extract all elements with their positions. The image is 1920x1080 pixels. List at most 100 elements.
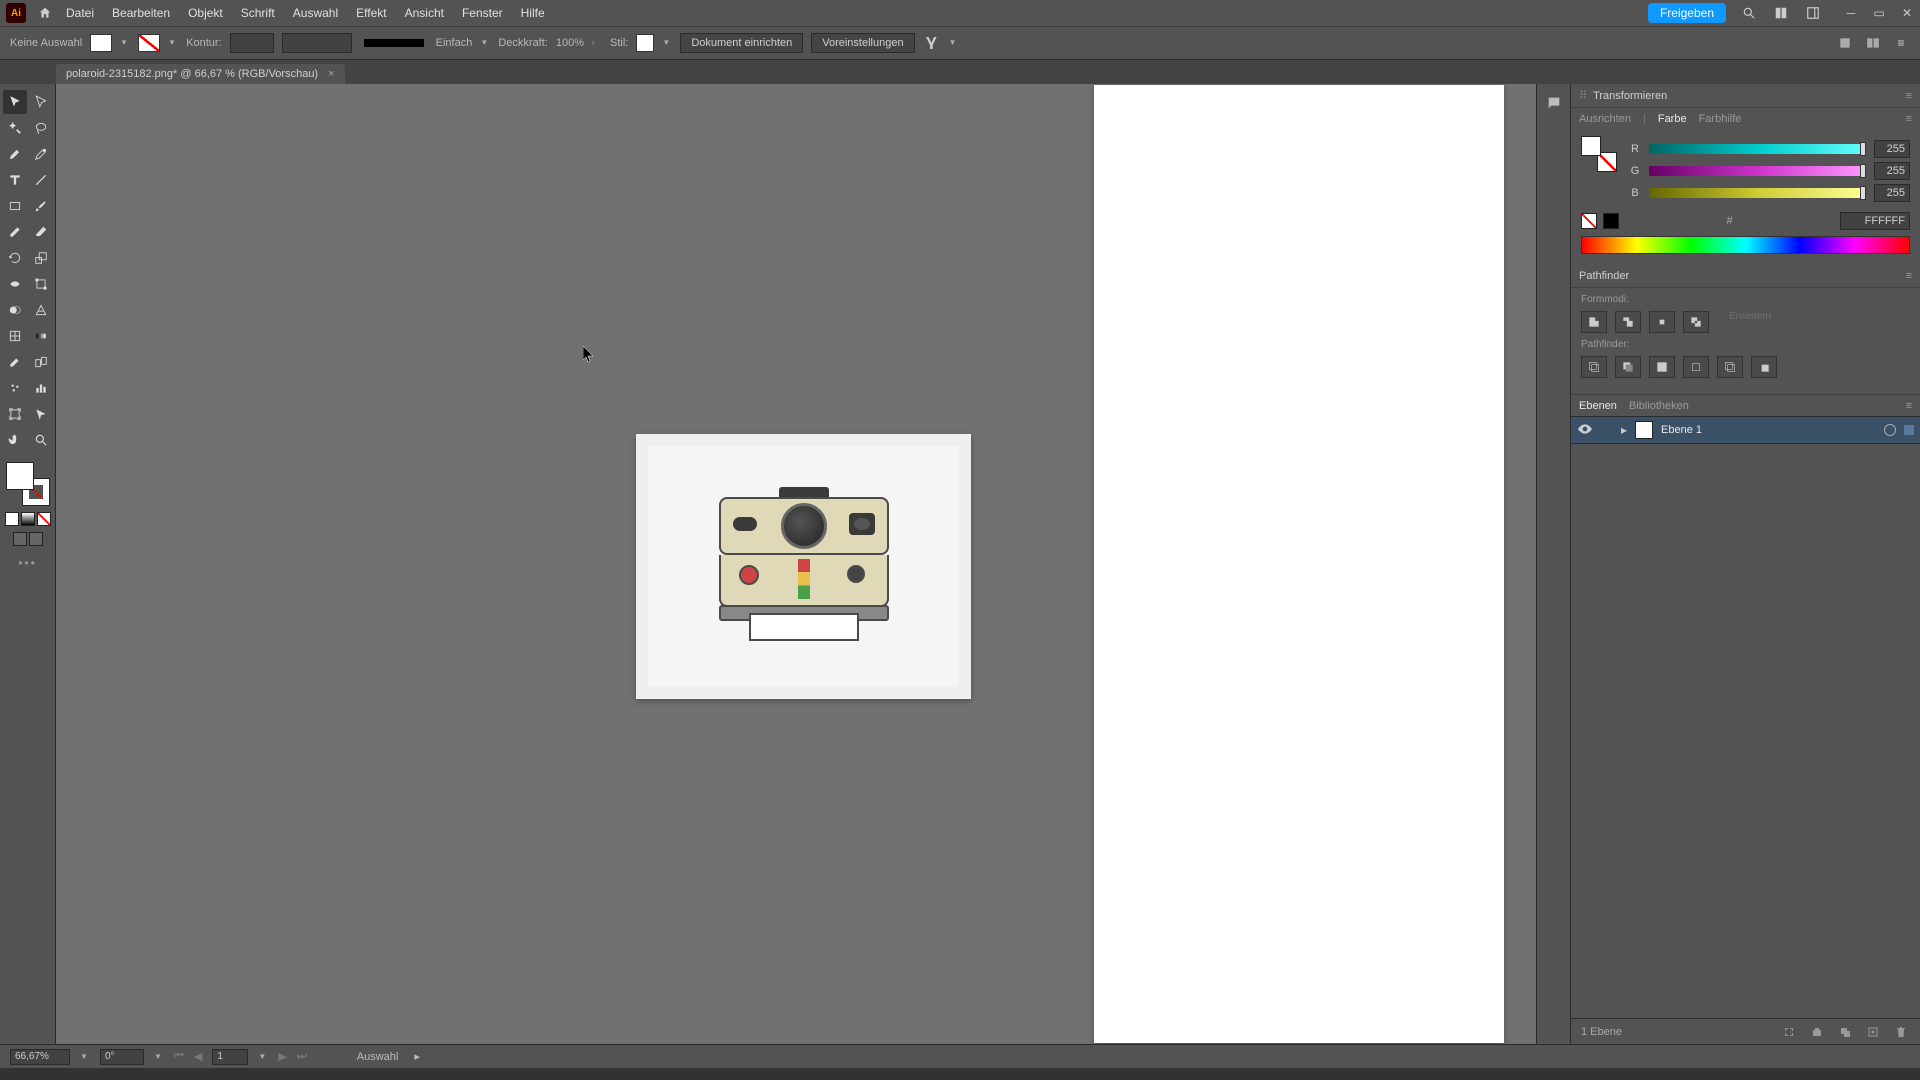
- trim-button[interactable]: [1615, 356, 1641, 378]
- blend-tool[interactable]: [29, 350, 53, 374]
- stroke-swatch[interactable]: [138, 34, 160, 52]
- chevron-down-icon[interactable]: ▼: [168, 38, 178, 48]
- comments-icon[interactable]: [1545, 94, 1563, 112]
- width-tool[interactable]: [3, 272, 27, 296]
- brush-sample[interactable]: [364, 39, 424, 47]
- chevron-right-icon[interactable]: ›: [592, 38, 602, 48]
- chevron-down-icon[interactable]: ▼: [662, 38, 672, 48]
- first-artboard-icon[interactable]: ⏮: [174, 1050, 184, 1063]
- spectrum-bar[interactable]: [1581, 236, 1910, 254]
- curvature-tool[interactable]: [29, 142, 53, 166]
- type-tool[interactable]: [3, 168, 27, 192]
- gradient-tool[interactable]: [29, 324, 53, 348]
- color-mode-none[interactable]: [37, 512, 51, 526]
- color-panel-swatches[interactable]: [1581, 136, 1617, 172]
- hand-tool[interactable]: [3, 428, 27, 452]
- panel-menu-icon[interactable]: ≡: [1906, 270, 1912, 282]
- preferences-button[interactable]: Voreinstellungen: [811, 33, 914, 53]
- menu-ansicht[interactable]: Ansicht: [405, 6, 444, 20]
- target-icon[interactable]: [1884, 424, 1896, 436]
- panel-menu-icon[interactable]: ≡: [1906, 400, 1912, 412]
- close-tab-icon[interactable]: ×: [328, 68, 334, 80]
- menu-hilfe[interactable]: Hilfe: [521, 6, 545, 20]
- chevron-down-icon[interactable]: ▼: [480, 38, 490, 48]
- pen-tool[interactable]: [3, 142, 27, 166]
- rotation-field[interactable]: [100, 1049, 144, 1065]
- r-value[interactable]: 255: [1874, 140, 1910, 158]
- locate-icon[interactable]: [1780, 1023, 1798, 1041]
- selection-tool[interactable]: [3, 90, 27, 114]
- artboard[interactable]: [1094, 85, 1504, 1043]
- tab-color-guide[interactable]: Farbhilfe: [1699, 113, 1742, 125]
- visibility-icon[interactable]: [1577, 423, 1593, 437]
- maximize-icon[interactable]: ▭: [1872, 6, 1886, 20]
- b-value[interactable]: 255: [1874, 184, 1910, 202]
- menu-datei[interactable]: Datei: [66, 6, 94, 20]
- merge-button[interactable]: [1649, 356, 1675, 378]
- view-option-icon[interactable]: [1836, 34, 1854, 52]
- menu-schrift[interactable]: Schrift: [241, 6, 275, 20]
- screen-mode-icon[interactable]: [29, 532, 43, 546]
- minimize-icon[interactable]: ─: [1844, 6, 1858, 20]
- menu-auswahl[interactable]: Auswahl: [293, 6, 338, 20]
- doc-setup-button[interactable]: Dokument einrichten: [680, 33, 803, 53]
- tab-color[interactable]: Farbe: [1658, 113, 1687, 125]
- search-icon[interactable]: [1740, 4, 1758, 22]
- panel-menu-icon[interactable]: ≡: [1892, 34, 1910, 52]
- b-slider[interactable]: [1649, 188, 1866, 198]
- new-sublayer-icon[interactable]: [1836, 1023, 1854, 1041]
- menu-objekt[interactable]: Objekt: [188, 6, 223, 20]
- outline-button[interactable]: [1717, 356, 1743, 378]
- last-artboard-icon[interactable]: ⏭: [297, 1050, 307, 1063]
- color-mode-solid[interactable]: [5, 512, 19, 526]
- shape-builder-tool[interactable]: [3, 298, 27, 322]
- r-slider[interactable]: [1649, 144, 1866, 154]
- paintbrush-tool[interactable]: [29, 194, 53, 218]
- home-icon[interactable]: [36, 4, 54, 22]
- menu-effekt[interactable]: Effekt: [356, 6, 386, 20]
- slice-tool[interactable]: [29, 402, 53, 426]
- panel-menu-icon[interactable]: ≡: [1906, 90, 1912, 102]
- align-icon[interactable]: [923, 34, 941, 52]
- artboard-tool[interactable]: [3, 402, 27, 426]
- rectangle-tool[interactable]: [3, 194, 27, 218]
- crop-button[interactable]: [1683, 356, 1709, 378]
- minus-front-button[interactable]: [1615, 311, 1641, 333]
- eyedropper-tool[interactable]: [3, 350, 27, 374]
- chevron-down-icon[interactable]: ▼: [154, 1052, 164, 1062]
- tab-layers[interactable]: Ebenen: [1579, 400, 1617, 412]
- chevron-down-icon[interactable]: ▼: [949, 38, 959, 48]
- panel-grip-icon[interactable]: ⠿: [1579, 89, 1587, 102]
- share-button[interactable]: Freigeben: [1648, 3, 1726, 23]
- placed-image[interactable]: [636, 434, 971, 699]
- fill-stroke-indicator[interactable]: [6, 462, 50, 506]
- style-swatch[interactable]: [636, 34, 654, 52]
- rotate-tool[interactable]: [3, 246, 27, 270]
- chevron-down-icon[interactable]: ▼: [258, 1052, 268, 1062]
- tab-libraries[interactable]: Bibliotheken: [1629, 400, 1689, 412]
- mesh-tool[interactable]: [3, 324, 27, 348]
- fill-swatch[interactable]: [90, 34, 112, 52]
- g-slider[interactable]: [1649, 166, 1866, 176]
- intersect-button[interactable]: [1649, 311, 1675, 333]
- minus-back-button[interactable]: [1751, 356, 1777, 378]
- transform-panel-header[interactable]: ⠿ Transformieren ≡: [1571, 84, 1920, 108]
- lasso-tool[interactable]: [29, 116, 53, 140]
- shaper-tool[interactable]: [3, 220, 27, 244]
- pathfinder-header[interactable]: Pathfinder ≡: [1571, 264, 1920, 288]
- symbol-sprayer-tool[interactable]: [3, 376, 27, 400]
- layer-row[interactable]: ▸ Ebene 1: [1571, 416, 1920, 444]
- eraser-tool[interactable]: [29, 220, 53, 244]
- unite-button[interactable]: [1581, 311, 1607, 333]
- arrange-docs-icon[interactable]: [1772, 4, 1790, 22]
- divide-button[interactable]: [1581, 356, 1607, 378]
- prev-artboard-icon[interactable]: ◀: [194, 1050, 202, 1063]
- canvas[interactable]: [56, 84, 1536, 1044]
- direct-selection-tool[interactable]: [29, 90, 53, 114]
- chevron-down-icon[interactable]: ▼: [80, 1052, 90, 1062]
- expand-arrow-icon[interactable]: ▸: [1621, 423, 1627, 437]
- stroke-weight-input[interactable]: [230, 33, 274, 53]
- artboard-num-field[interactable]: [212, 1049, 248, 1065]
- fill-indicator[interactable]: [6, 462, 34, 490]
- hex-input[interactable]: [1840, 212, 1910, 230]
